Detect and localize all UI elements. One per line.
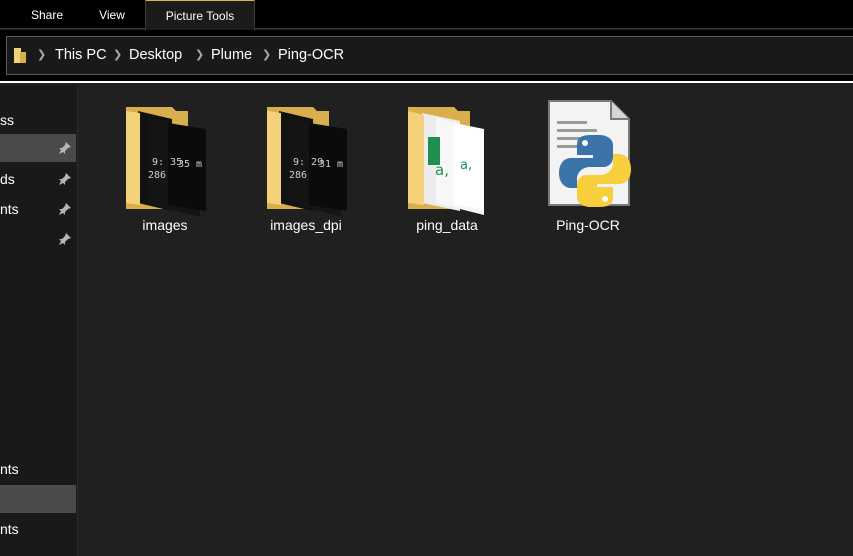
- svg-text:a,: a,: [435, 161, 449, 179]
- file-item-ping-ocr[interactable]: Ping-OCR: [533, 97, 643, 237]
- address-box[interactable]: ❯ This PC ❯ Desktop ❯ Plume ❯ Ping-OCR: [6, 36, 853, 75]
- nav-item-desktop-2[interactable]: [0, 485, 76, 513]
- chevron-right-icon[interactable]: ❯: [195, 47, 204, 64]
- file-name: images: [142, 217, 188, 233]
- tab-picture-tools[interactable]: Picture Tools: [145, 0, 255, 30]
- tab-view[interactable]: View: [80, 0, 144, 29]
- svg-text:31 m: 31 m: [319, 159, 343, 170]
- breadcrumb-plume[interactable]: Plume: [211, 47, 252, 64]
- nav-item-documents[interactable]: nts: [0, 195, 76, 223]
- file-name: ping_data: [416, 217, 478, 233]
- ribbon: Share View Picture Tools: [0, 0, 853, 30]
- svg-text:286: 286: [148, 170, 166, 181]
- nav-item-label: ss: [0, 112, 14, 128]
- python-file-icon: [548, 100, 631, 207]
- folder-icon: [14, 48, 26, 63]
- breadcrumb-ping-ocr[interactable]: Ping-OCR: [278, 47, 344, 64]
- address-bar: ❯ This PC ❯ Desktop ❯ Plume ❯ Ping-OCR: [0, 30, 853, 83]
- folder-icon: a, a,: [408, 107, 484, 215]
- svg-text:286: 286: [289, 170, 307, 181]
- file-name: Ping-OCR: [556, 217, 620, 233]
- file-name: images_dpi: [270, 217, 342, 233]
- chevron-right-icon[interactable]: ❯: [113, 47, 122, 64]
- svg-text:a,: a,: [460, 158, 472, 173]
- chevron-right-icon[interactable]: ❯: [37, 47, 46, 64]
- breadcrumb-desktop[interactable]: Desktop: [129, 47, 182, 64]
- nav-item-quick-access[interactable]: ss: [0, 106, 76, 134]
- chevron-right-icon[interactable]: ❯: [262, 47, 271, 64]
- navigation-pane: ss ds nts nts nts: [0, 85, 78, 556]
- nav-item-desktop[interactable]: [0, 134, 76, 162]
- nav-item-documents-2[interactable]: nts: [0, 455, 76, 483]
- nav-item-label: ds: [0, 171, 15, 187]
- nav-item-downloads[interactable]: ds: [0, 165, 76, 193]
- nav-item-documents-3[interactable]: nts: [0, 515, 76, 543]
- nav-item-label: nts: [0, 521, 19, 537]
- svg-text:35 m: 35 m: [178, 159, 202, 170]
- folder-item-images-dpi[interactable]: 9: 29 286 31 m images_dpi: [251, 97, 361, 237]
- pin-icon[interactable]: [58, 172, 72, 186]
- nav-item-label: nts: [0, 461, 19, 477]
- breadcrumb-this-pc[interactable]: This PC: [55, 47, 107, 64]
- folder-item-ping-data[interactable]: a, a, ping_data: [392, 97, 502, 237]
- nav-item-label: nts: [0, 201, 19, 217]
- file-list: 9: 35 286 35 m images 9: 29 286 31 m ima…: [79, 85, 853, 556]
- pin-icon[interactable]: [58, 141, 72, 155]
- folder-item-images[interactable]: 9: 35 286 35 m images: [110, 97, 220, 237]
- pin-icon[interactable]: [58, 232, 72, 246]
- nav-item-pictures[interactable]: [0, 225, 76, 253]
- folder-icon: 9: 29 286 31 m: [267, 107, 347, 217]
- folder-icon: 9: 35 286 35 m: [126, 107, 206, 217]
- tab-share[interactable]: Share: [14, 0, 80, 29]
- pin-icon[interactable]: [58, 202, 72, 216]
